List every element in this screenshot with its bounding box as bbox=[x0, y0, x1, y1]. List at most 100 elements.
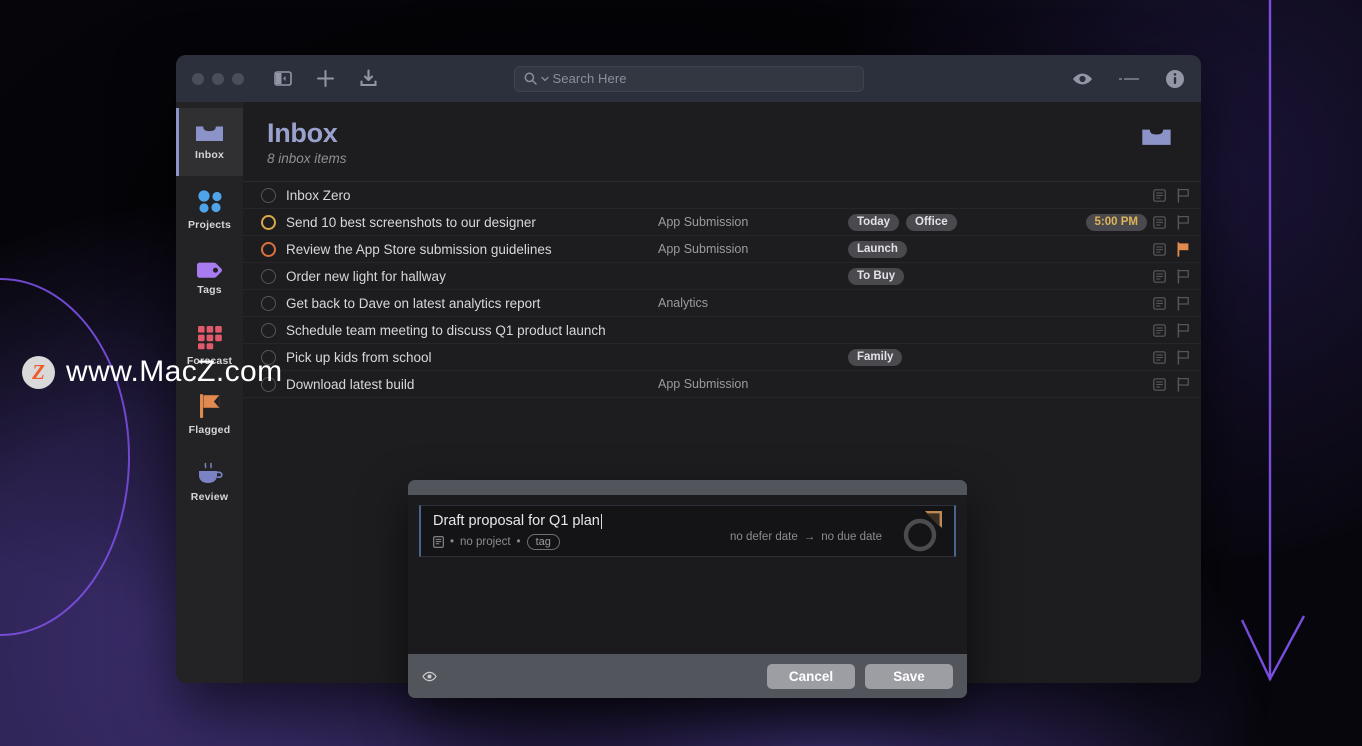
due-date-field[interactable]: no due date bbox=[821, 531, 882, 543]
task-flag-button[interactable] bbox=[1171, 376, 1195, 392]
note-icon[interactable] bbox=[1152, 188, 1166, 202]
task-row[interactable]: Download latest build App Submission bbox=[243, 371, 1201, 398]
sidebar-toggle-icon[interactable] bbox=[274, 71, 292, 86]
task-complete-toggle[interactable] bbox=[261, 214, 276, 230]
task-title: Send 10 best screenshots to our designer bbox=[286, 214, 536, 230]
note-icon[interactable] bbox=[1152, 269, 1166, 283]
search-input[interactable]: Search Here bbox=[513, 65, 864, 92]
task-flag-button[interactable] bbox=[1171, 214, 1195, 230]
close-button[interactable] bbox=[192, 72, 204, 85]
task-row[interactable]: Send 10 best screenshots to our designer… bbox=[243, 209, 1201, 236]
task-tag[interactable]: To Buy bbox=[848, 267, 905, 285]
task-title-text: Draft proposal for Q1 plan bbox=[433, 513, 600, 529]
calendar-grid-icon bbox=[197, 326, 222, 350]
perspective-inbox-icon bbox=[1142, 129, 1171, 145]
plus-icon[interactable] bbox=[316, 69, 335, 88]
status-circle-icon[interactable] bbox=[898, 510, 944, 556]
flag-icon[interactable] bbox=[1177, 214, 1190, 230]
note-icon[interactable] bbox=[1152, 215, 1166, 229]
note-icon[interactable] bbox=[1152, 350, 1166, 364]
sidebar-item-review[interactable]: Review bbox=[176, 448, 243, 516]
inbox-download-icon[interactable] bbox=[359, 69, 378, 88]
project-placeholder[interactable]: no project bbox=[460, 536, 511, 548]
task-tags: Today Office bbox=[848, 213, 1061, 231]
task-row[interactable]: Get back to Dave on latest analytics rep… bbox=[243, 290, 1201, 317]
task-tags: Launch bbox=[848, 240, 1061, 258]
sidebar-item-projects[interactable]: Projects bbox=[176, 176, 243, 244]
flag-icon[interactable] bbox=[1177, 295, 1190, 311]
flag-icon[interactable] bbox=[1177, 241, 1190, 257]
decorative-down-arrow bbox=[1240, 0, 1306, 682]
task-flag-button[interactable] bbox=[1171, 241, 1195, 257]
task-complete-toggle[interactable] bbox=[261, 295, 276, 311]
info-icon[interactable] bbox=[1165, 69, 1185, 89]
note-icon[interactable] bbox=[1152, 323, 1166, 337]
task-flag-button[interactable] bbox=[1171, 322, 1195, 338]
sidebar-item-flagged[interactable]: Flagged bbox=[176, 380, 243, 448]
task-note-button[interactable] bbox=[1147, 323, 1171, 337]
defer-date-field[interactable]: no defer date bbox=[730, 531, 798, 543]
zoom-button[interactable] bbox=[232, 72, 244, 85]
task-flag-button[interactable] bbox=[1171, 187, 1195, 203]
task-note-button[interactable] bbox=[1147, 377, 1171, 391]
task-entry-field[interactable]: Draft proposal for Q1 plan • no project … bbox=[419, 505, 956, 557]
task-note-button[interactable] bbox=[1147, 242, 1171, 256]
minimize-button[interactable] bbox=[212, 72, 224, 85]
layout-icon[interactable] bbox=[1119, 75, 1139, 83]
dialog-drag-bar[interactable] bbox=[408, 480, 967, 495]
flag-icon[interactable] bbox=[1177, 376, 1190, 392]
task-flag-button[interactable] bbox=[1171, 349, 1195, 365]
tag-placeholder-chip[interactable]: tag bbox=[526, 534, 560, 550]
window-titlebar: Search Here bbox=[176, 55, 1201, 102]
text-caret bbox=[600, 513, 603, 529]
dialog-footer: Cancel Save bbox=[408, 654, 967, 698]
flag-icon[interactable] bbox=[1177, 268, 1190, 284]
tag-icon bbox=[196, 262, 222, 278]
task-tag[interactable]: Launch bbox=[848, 240, 907, 258]
note-icon[interactable] bbox=[1152, 242, 1166, 256]
task-complete-toggle[interactable] bbox=[261, 322, 276, 338]
note-icon[interactable] bbox=[1152, 377, 1166, 391]
sidebar-item-tags[interactable]: Tags bbox=[176, 244, 243, 312]
task-row[interactable]: Review the App Store submission guidelin… bbox=[243, 236, 1201, 263]
coffee-cup-icon bbox=[198, 462, 223, 483]
task-note-button[interactable] bbox=[1147, 296, 1171, 310]
eye-icon[interactable] bbox=[422, 671, 437, 682]
task-dates-row: no defer date → no due date bbox=[730, 531, 882, 543]
note-icon[interactable] bbox=[1152, 296, 1166, 310]
task-row[interactable]: Inbox Zero bbox=[243, 182, 1201, 209]
task-complete-toggle[interactable] bbox=[261, 241, 276, 257]
task-note-button[interactable] bbox=[1147, 188, 1171, 202]
task-tag[interactable]: Office bbox=[906, 213, 957, 231]
task-due-badge[interactable]: 5:00 PM bbox=[1085, 213, 1147, 231]
task-title: Inbox Zero bbox=[286, 187, 351, 203]
task-flag-button[interactable] bbox=[1171, 268, 1195, 284]
sidebar: Inbox Projects Tags Forecast Flagged Rev… bbox=[176, 102, 243, 683]
task-title: Pick up kids from school bbox=[286, 349, 432, 365]
task-row[interactable]: Pick up kids from school Family bbox=[243, 344, 1201, 371]
save-button[interactable]: Save bbox=[865, 663, 953, 689]
sidebar-item-inbox[interactable]: Inbox bbox=[176, 108, 243, 176]
task-tag[interactable]: Family bbox=[848, 348, 903, 366]
window-controls[interactable] bbox=[192, 72, 244, 85]
flag-icon[interactable] bbox=[1177, 322, 1190, 338]
note-icon[interactable] bbox=[433, 536, 444, 548]
task-note-button[interactable] bbox=[1147, 269, 1171, 283]
sidebar-item-label: Review bbox=[190, 490, 229, 503]
task-row[interactable]: Order new light for hallway To Buy bbox=[243, 263, 1201, 290]
cancel-button[interactable]: Cancel bbox=[767, 663, 855, 689]
task-note-button[interactable] bbox=[1147, 215, 1171, 229]
eye-icon[interactable] bbox=[1072, 72, 1093, 86]
task-flag-button[interactable] bbox=[1171, 295, 1195, 311]
flag-icon[interactable] bbox=[1177, 349, 1190, 365]
task-tag[interactable]: Today bbox=[848, 213, 900, 231]
quick-entry-dialog: Draft proposal for Q1 plan • no project … bbox=[408, 480, 967, 698]
meta-separator: • bbox=[450, 536, 455, 548]
task-complete-toggle[interactable] bbox=[261, 187, 276, 203]
task-row[interactable]: Schedule team meeting to discuss Q1 prod… bbox=[243, 317, 1201, 344]
task-complete-toggle[interactable] bbox=[261, 268, 276, 284]
flag-icon[interactable] bbox=[1177, 187, 1190, 203]
dialog-body: Draft proposal for Q1 plan • no project … bbox=[408, 495, 967, 654]
task-note-button[interactable] bbox=[1147, 350, 1171, 364]
sidebar-item-label: Projects bbox=[187, 219, 232, 231]
